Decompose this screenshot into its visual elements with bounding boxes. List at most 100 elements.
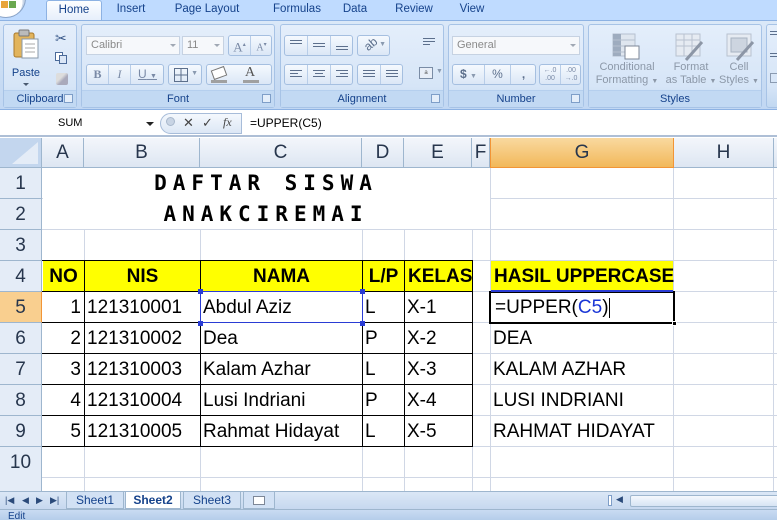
next-sheet-icon[interactable]: ▶ [36,495,43,506]
cell-hasil[interactable]: LUSI INDRIANI [490,385,673,416]
cell-kelas[interactable]: X-1 [404,292,472,323]
cell-nis[interactable]: 121310003 [84,354,200,385]
first-sheet-icon[interactable]: |◀ [5,495,14,506]
select-all-button[interactable] [0,138,42,168]
column-header-b[interactable]: B [84,138,200,168]
tab-formulas[interactable]: Formulas [260,0,334,20]
clipboard-launcher-icon[interactable] [64,94,73,103]
row-header-6[interactable]: 6 [0,323,42,354]
cancel-icon[interactable]: ✕ [183,115,194,131]
alignment-launcher-icon[interactable] [431,94,440,103]
align-right-icon[interactable] [331,65,353,84]
column-header-e[interactable]: E [404,138,472,168]
cell-no[interactable]: 4 [42,385,84,416]
column-header-c[interactable]: C [200,138,362,168]
row-header-8[interactable]: 8 [0,385,42,416]
tab-view[interactable]: View [455,0,489,20]
cell-nis[interactable]: 121310002 [84,323,200,354]
percent-button[interactable]: % [485,65,511,84]
cell-nama[interactable]: Lusi Indriani [200,385,362,416]
header-nis[interactable]: NIS [85,261,200,291]
reference-handle[interactable] [360,321,365,326]
office-button[interactable] [0,0,26,18]
sheet-tab-sheet3[interactable]: Sheet3 [183,492,241,509]
cell-lp[interactable]: P [362,323,404,354]
increase-indent-icon[interactable] [381,65,403,84]
currency-button[interactable]: $ ▼ [453,65,485,84]
tab-split-handle[interactable] [608,495,612,506]
title-line-1[interactable]: DAFTAR SISWA [42,168,490,199]
cell-kelas[interactable]: X-5 [404,416,472,447]
title-line-2[interactable]: ANAKCIREMAI [42,199,490,230]
cell-lp[interactable]: L [362,292,404,323]
font-color-icon[interactable]: A [245,65,255,81]
format-cells-icon[interactable] [770,73,777,83]
font-size-combo[interactable]: 11 [182,36,224,55]
format-painter-icon[interactable] [56,73,68,85]
align-top-icon[interactable] [285,36,308,55]
merge-center-icon[interactable]: a ▼ [419,65,445,81]
column-header-a[interactable]: A [42,138,84,168]
italic-button[interactable]: I [109,65,131,84]
cell-hasil[interactable]: KALAM AZHAR [490,354,673,385]
cell-nama[interactable]: Dea [200,323,362,354]
cell-nama[interactable]: Kalam Azhar [200,354,362,385]
scroll-left-icon[interactable]: ◀ [616,494,623,505]
row-header-7[interactable]: 7 [0,354,42,385]
font-name-combo[interactable]: Calibri [86,36,180,55]
delete-cells-icon[interactable] [770,53,777,59]
cell-kelas[interactable]: X-2 [404,323,472,354]
cell-nama[interactable]: Rahmat Hidayat [200,416,362,447]
cell-kelas[interactable]: X-4 [404,385,472,416]
column-header-h[interactable]: H [674,138,774,168]
decrease-indent-icon[interactable] [358,65,381,84]
row-header-1[interactable]: 1 [0,168,42,199]
cell-no[interactable]: 5 [42,416,84,447]
name-box-dropdown-icon[interactable] [146,122,154,126]
align-center-icon[interactable] [308,65,331,84]
fill-handle[interactable] [672,321,677,326]
copy-icon[interactable] [55,52,68,65]
decrease-decimal-icon[interactable]: .00 →.0 [561,65,581,84]
cell-no[interactable]: 2 [42,323,84,354]
editing-formula[interactable]: =UPPER(C5) [492,292,613,323]
sheet-tab-sheet2[interactable]: Sheet2 [125,492,181,509]
row-header-3[interactable]: 3 [0,230,42,261]
row-header-10[interactable]: 10 [0,447,42,492]
increase-decimal-icon[interactable]: ←.0.00 [540,65,561,84]
paste-button[interactable]: Paste [8,27,46,89]
cell-hasil[interactable]: DEA [490,323,673,354]
underline-button[interactable]: U ▼ [131,65,164,84]
cell-lp[interactable]: L [362,354,404,385]
sheet-tab-sheet1[interactable]: Sheet1 [66,492,124,509]
bold-button[interactable]: B [87,65,109,84]
header-lp[interactable]: L/P [363,261,404,291]
insert-cells-icon[interactable] [770,31,777,37]
row-header-5[interactable]: 5 [0,292,42,323]
borders-button[interactable]: ▼ [168,64,202,85]
number-launcher-icon[interactable] [571,94,580,103]
column-header-g[interactable]: G [490,138,674,168]
worksheet-grid[interactable]: A B C D E F G H 1 2 3 4 5 6 7 8 9 10 DAF… [0,138,777,492]
tab-page-layout[interactable]: Page Layout [170,0,244,20]
number-format-combo[interactable]: General [452,36,580,55]
grow-font-icon[interactable]: A▴ [229,36,251,55]
row-header-4[interactable]: 4 [0,261,42,292]
cell-lp[interactable]: L [362,416,404,447]
cell-nis[interactable]: 121310005 [84,416,200,447]
header-no[interactable]: NO [43,261,84,291]
column-header-d[interactable]: D [362,138,404,168]
cell-no[interactable]: 1 [42,292,84,323]
format-as-table-button[interactable]: Format as Table ▼ [663,28,716,88]
cell-kelas[interactable]: X-3 [404,354,472,385]
align-middle-icon[interactable] [308,36,331,55]
conditional-formatting-button[interactable]: Conditional Formatting ▼ [591,28,661,88]
formula-input[interactable]: =UPPER(C5) [250,113,322,134]
font-launcher-icon[interactable] [262,94,271,103]
cell-nis[interactable]: 121310001 [84,292,200,323]
name-box[interactable]: SUM [0,113,158,134]
tab-data[interactable]: Data [338,0,372,20]
cell-hasil[interactable]: RAHMAT HIDAYAT [490,416,673,447]
horizontal-scrollbar[interactable]: ◀ [606,494,777,508]
reference-handle[interactable] [198,321,203,326]
